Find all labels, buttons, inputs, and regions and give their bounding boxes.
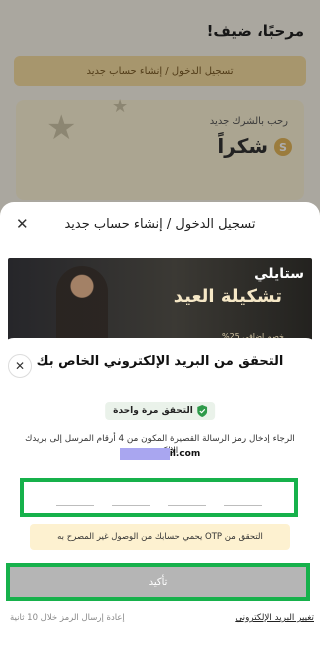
otp-security-note: التحقق من OTP يحمي حسابك من الوصول غير ا… [30,524,290,550]
email-suffix: il.com [169,449,201,459]
badge-label: التحقق مرة واحدة [113,406,193,416]
resend-code-timer: إعادة إرسال الرمز خلال 10 ثانية [10,613,125,623]
otp-digit-input[interactable] [112,505,150,506]
login-sheet-title: تسجيل الدخول / إنشاء حساب جديد [64,217,256,232]
email-redaction [119,448,170,460]
shield-check-icon [196,405,207,417]
masked-email: il.com [0,448,320,460]
confirm-button[interactable]: تأكيد [10,567,306,597]
change-email-link[interactable]: تغيير البريد الإلكتروني [235,613,314,623]
verify-sheet-title: التحقق من البريد الإلكتروني الخاص بك [36,354,284,369]
one-time-verification-badge: التحقق مرة واحدة [105,402,215,420]
otp-digit-input[interactable] [56,505,94,506]
otp-input-group[interactable] [20,478,298,517]
otp-digit-input[interactable] [224,505,262,506]
otp-digit-input[interactable] [168,505,206,506]
banner-brand: ستايلي [254,266,304,282]
confirm-button-highlight: تأكيد [6,563,310,601]
close-icon[interactable]: ✕ [8,354,32,378]
banner-headline: تشكيلة العيد [173,286,282,307]
verify-email-sheet: التحقق من البريد الإلكتروني الخاص بك ✕ ا… [0,338,320,653]
close-icon[interactable]: ✕ [16,215,29,233]
